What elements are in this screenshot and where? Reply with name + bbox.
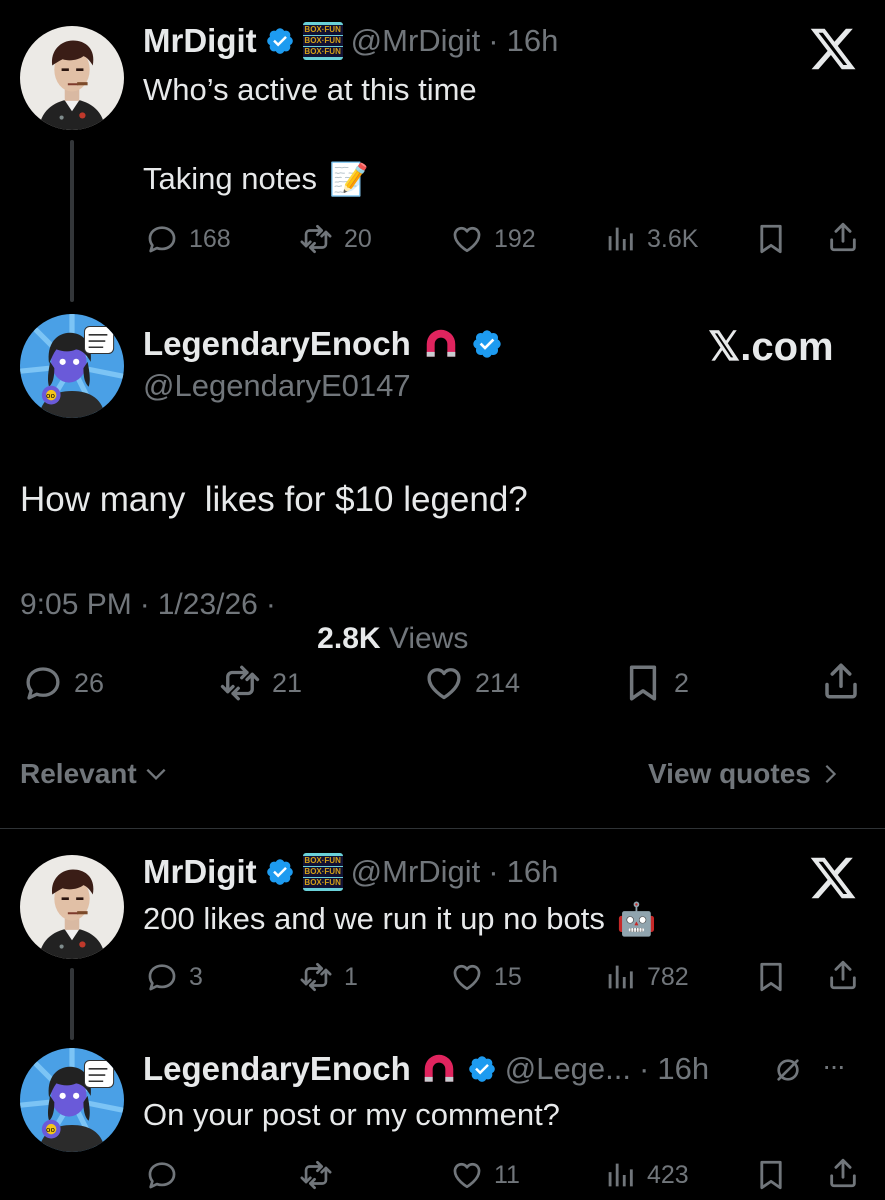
share-button[interactable] <box>826 1156 860 1190</box>
repost-button[interactable]: 1 <box>298 960 358 994</box>
views-icon <box>603 1158 637 1192</box>
bookmark-icon <box>622 662 664 704</box>
views-icon <box>603 960 637 994</box>
repost-icon <box>298 1158 334 1192</box>
reply1-text: 200 likes and we run it up no bots 🤖 <box>143 901 657 937</box>
share-icon <box>826 958 860 992</box>
reply-icon <box>145 960 179 994</box>
reply-button[interactable]: 26 <box>22 662 104 704</box>
bookmark-icon <box>754 222 788 256</box>
bookmark-button[interactable] <box>754 1158 788 1192</box>
main-post-text: How many likes for $10 legend? <box>20 480 528 519</box>
verified-badge-icon <box>265 26 295 56</box>
chevron-right-icon <box>825 764 836 784</box>
reply-button[interactable]: 168 <box>145 222 231 256</box>
share-button[interactable] <box>826 958 860 992</box>
repost-button[interactable] <box>298 1158 344 1192</box>
heart-icon <box>423 662 465 704</box>
thread-line <box>70 968 74 1040</box>
heart-icon <box>450 960 484 994</box>
bookmark-button[interactable] <box>754 222 788 256</box>
like-button[interactable]: 11 <box>450 1158 520 1192</box>
magnet-icon <box>419 1050 459 1088</box>
bookmark-icon <box>754 1158 788 1192</box>
share-icon <box>820 660 862 702</box>
thread-line <box>70 140 74 302</box>
post-text-line2: Taking notes 📝 <box>143 161 369 197</box>
author-handle[interactable]: @MrDigit <box>351 23 481 59</box>
view-quotes-link[interactable]: View quotes <box>648 758 841 790</box>
author-name[interactable]: MrDigit <box>143 22 257 60</box>
sort-relevant-dropdown[interactable]: Relevant <box>20 758 169 790</box>
repost-icon <box>298 222 334 256</box>
share-button[interactable] <box>820 660 862 702</box>
x-com-link[interactable]: 𝕏.com <box>708 324 834 370</box>
share-button[interactable] <box>826 220 860 254</box>
separator: · <box>639 1051 650 1086</box>
verified-badge-icon <box>467 1054 497 1084</box>
magnet-icon <box>421 325 461 363</box>
reply-icon <box>22 662 64 704</box>
x-logo-icon[interactable] <box>806 853 860 908</box>
robot-emoji: 🤖 <box>616 901 657 937</box>
like-button[interactable]: 214 <box>423 662 520 704</box>
author-name[interactable]: MrDigit <box>143 853 257 891</box>
heart-icon <box>450 1158 484 1192</box>
author-name[interactable]: LegendaryEnoch <box>143 325 411 363</box>
affiliate-badge[interactable]: BOX·FUN BOX·FUN BOX·FUN <box>302 22 343 60</box>
reply-button[interactable] <box>145 1158 189 1192</box>
repost-button[interactable]: 20 <box>298 222 372 256</box>
views-button[interactable]: 782 <box>603 960 689 994</box>
reply2-text: On your post or my comment? <box>143 1097 560 1132</box>
x-logo-icon[interactable] <box>806 24 860 79</box>
post-text-line1: Who’s active at this time <box>143 72 477 107</box>
bookmark-button[interactable] <box>754 960 788 994</box>
avatar-mrdigit[interactable] <box>20 855 124 959</box>
avatar-legendaryenoch[interactable] <box>20 314 124 418</box>
verified-badge-icon <box>265 857 295 887</box>
author-name[interactable]: LegendaryEnoch <box>143 1050 411 1088</box>
post-time[interactable]: 16h <box>507 23 559 59</box>
share-icon <box>826 220 860 254</box>
like-button[interactable]: 192 <box>450 222 536 256</box>
share-icon <box>826 1156 860 1190</box>
avatar-legendaryenoch[interactable] <box>20 1048 124 1152</box>
separator: · <box>488 854 499 889</box>
verified-badge-icon <box>471 328 503 360</box>
post1-header: MrDigit BOX·FUN BOX·FUN BOX·FUN @MrDigit… <box>143 22 558 60</box>
repost-button[interactable]: 21 <box>218 662 302 704</box>
bookmark-icon <box>754 960 788 994</box>
main-post-header: LegendaryEnoch <box>143 325 503 363</box>
reply2-header: LegendaryEnoch @Lege... · 16h <box>143 1050 709 1088</box>
reply-icon <box>145 222 179 256</box>
repost-icon <box>298 960 334 994</box>
separator: · <box>139 588 150 621</box>
heart-icon <box>450 222 484 256</box>
chevron-down-icon <box>146 768 166 781</box>
avatar-mrdigit[interactable] <box>20 26 124 130</box>
more-options-button[interactable]: ··· <box>822 1050 846 1082</box>
separator: · <box>488 23 499 58</box>
repost-icon <box>218 662 262 704</box>
views-icon <box>603 222 637 256</box>
reply1-header: MrDigit BOX·FUN BOX·FUN BOX·FUN @MrDigit… <box>143 853 558 891</box>
author-handle[interactable]: @MrDigit <box>351 854 481 890</box>
post-time[interactable]: 16h <box>507 854 559 890</box>
memo-emoji: 📝 <box>329 161 369 197</box>
reply-icon <box>145 1158 179 1192</box>
author-handle[interactable]: @Lege... <box>505 1051 631 1087</box>
divider <box>0 828 885 829</box>
reply-button[interactable]: 3 <box>145 960 203 994</box>
views-button[interactable]: 423 <box>603 1158 689 1192</box>
post-time[interactable]: 16h <box>657 1051 709 1087</box>
grok-icon[interactable] <box>772 1054 804 1091</box>
bookmark-button[interactable]: 2 <box>622 662 689 704</box>
affiliate-badge[interactable]: BOX·FUN BOX·FUN BOX·FUN <box>302 853 343 891</box>
views-button[interactable]: 3.6K <box>603 222 698 256</box>
author-handle[interactable]: @LegendaryE0147 <box>143 368 411 404</box>
like-button[interactable]: 15 <box>450 960 522 994</box>
